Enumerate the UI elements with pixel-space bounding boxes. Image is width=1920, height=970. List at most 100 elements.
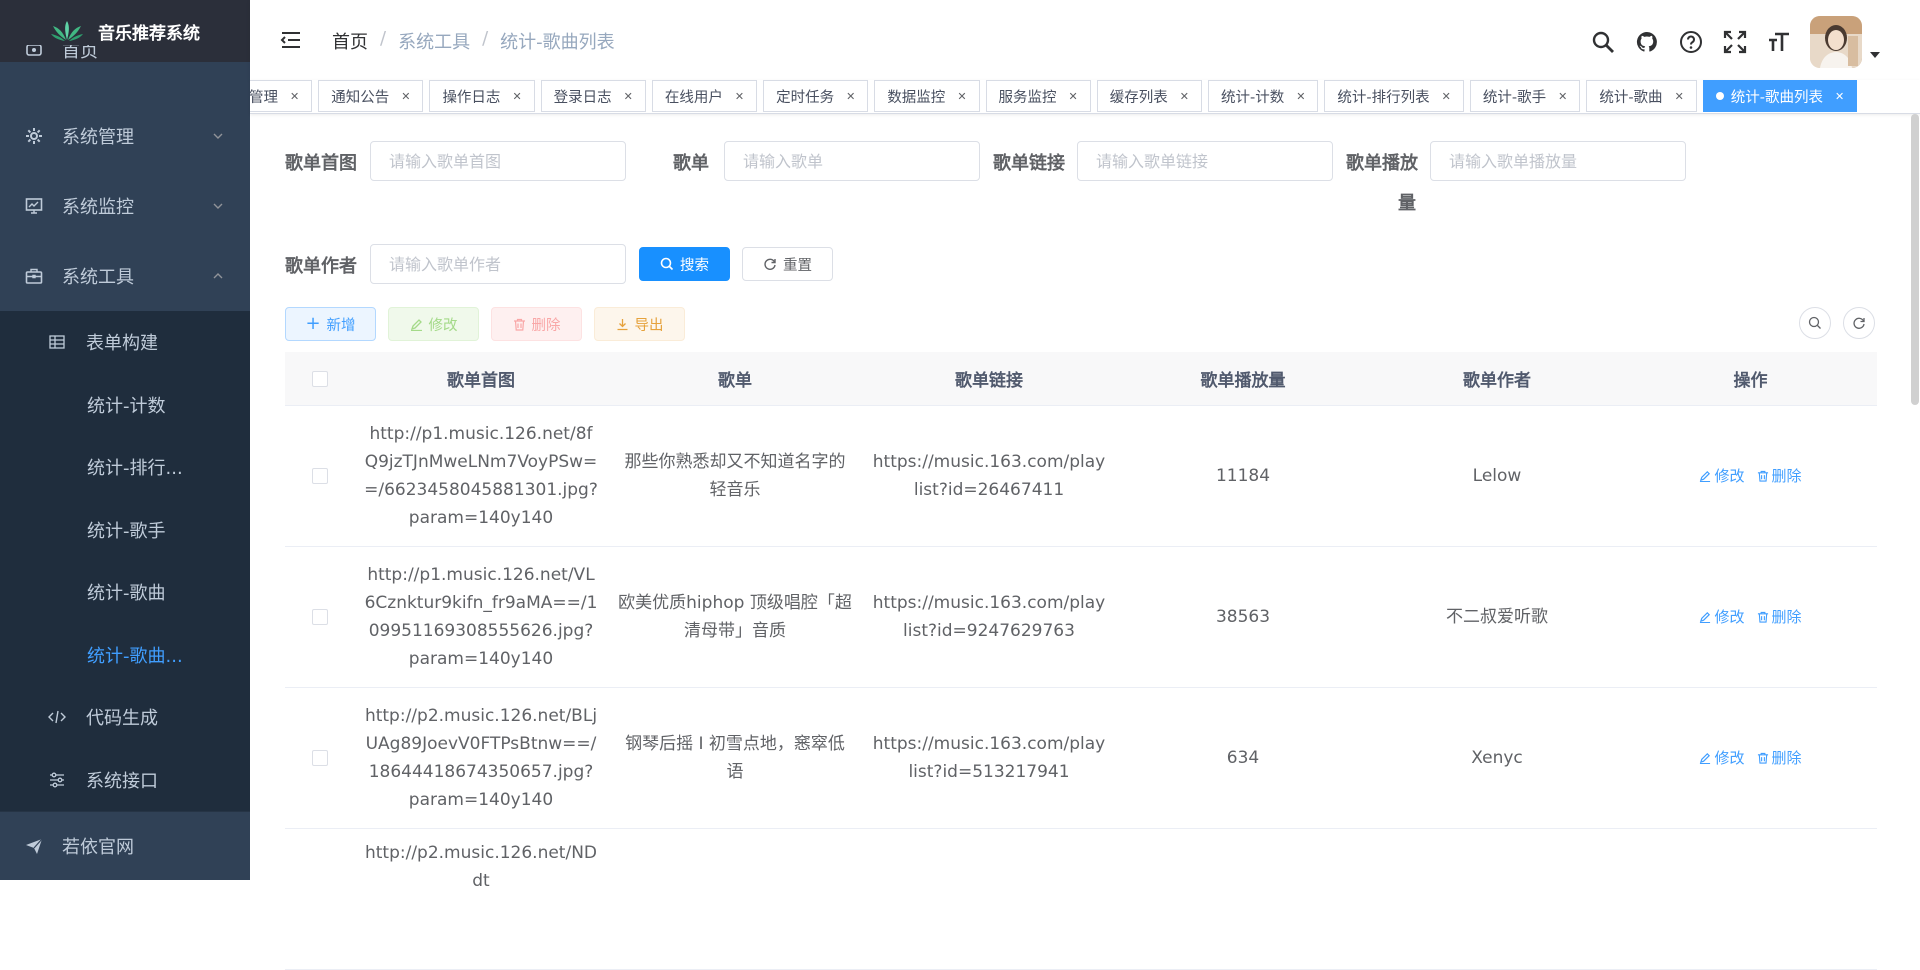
- sidebar-menu-system-monitor[interactable]: 系统监控: [0, 171, 250, 241]
- sidebar-menu-system-admin[interactable]: 系统管理: [0, 101, 250, 171]
- trash-icon: [1757, 470, 1768, 482]
- search-icon[interactable]: [1590, 29, 1616, 55]
- caret-down-icon[interactable]: [1870, 52, 1880, 58]
- link-label: 歌单链接: [993, 153, 1065, 174]
- tag-label: 通知公告: [331, 89, 390, 106]
- link-cell: https://music.163.com/playlist?id=924762…: [872, 593, 1106, 641]
- row-delete-link[interactable]: 删除: [1757, 603, 1802, 631]
- search-button[interactable]: 搜索: [639, 247, 730, 281]
- sidebar-menu-system-tools[interactable]: 系统工具: [0, 241, 250, 311]
- author-input[interactable]: [370, 244, 626, 284]
- sidebar-item-stat-count[interactable]: 统计-计数: [0, 374, 250, 437]
- row-delete-label: 删除: [1771, 467, 1802, 485]
- tag-item[interactable]: 统计-排行列表 ✕: [1324, 80, 1464, 112]
- sliders-icon: [48, 771, 66, 789]
- hamburger-icon[interactable]: [280, 29, 302, 51]
- tag-item[interactable]: 定时任务 ✕: [763, 80, 869, 112]
- tag-label: 登录日志: [553, 89, 612, 106]
- play-count-input[interactable]: [1430, 141, 1686, 181]
- tag-item[interactable]: 统计-歌曲 ✕: [1586, 80, 1697, 112]
- row-edit-link[interactable]: 修改: [1699, 603, 1745, 631]
- scrollbar[interactable]: [1910, 114, 1920, 880]
- close-icon[interactable]: ✕: [1675, 90, 1684, 103]
- refresh-table-button[interactable]: [1843, 307, 1875, 339]
- github-icon[interactable]: [1634, 29, 1660, 55]
- close-icon[interactable]: ✕: [957, 90, 966, 103]
- close-icon[interactable]: ✕: [512, 90, 521, 103]
- tag-item[interactable]: 管理 ✕: [250, 80, 313, 112]
- row-edit-link[interactable]: 修改: [1699, 744, 1745, 772]
- tag-label: 统计-排行列表: [1337, 89, 1430, 106]
- tag-item[interactable]: 操作日志 ✕: [429, 80, 535, 112]
- table-row[interactable]: http://p2.music.126.net/NDdt: [285, 829, 1877, 970]
- tag-active[interactable]: 统计-歌曲列表 ✕: [1702, 80, 1858, 112]
- search-icon: [1808, 316, 1821, 329]
- app-title: 音乐推荐系统: [98, 23, 200, 44]
- breadcrumb: 首页 / 系统工具 / 统计-歌曲列表: [332, 28, 615, 54]
- toggle-search-button[interactable]: [1799, 307, 1831, 339]
- close-icon[interactable]: ✕: [1296, 90, 1305, 103]
- close-icon[interactable]: ✕: [624, 90, 633, 103]
- close-icon[interactable]: ✕: [1442, 90, 1451, 103]
- fullscreen-icon[interactable]: [1722, 29, 1748, 55]
- export-button[interactable]: 导出: [594, 307, 685, 341]
- close-icon[interactable]: ✕: [846, 90, 855, 103]
- sidebar-item-code-gen[interactable]: 代码生成: [0, 686, 250, 749]
- row-delete-link[interactable]: 删除: [1757, 744, 1802, 772]
- cover-input[interactable]: [370, 141, 626, 181]
- close-icon[interactable]: ✕: [1835, 90, 1844, 103]
- sidebar-item-label: 统计-计数: [87, 395, 166, 417]
- row-edit-label: 修改: [1714, 749, 1745, 767]
- tag-item[interactable]: 服务监控 ✕: [985, 80, 1091, 112]
- close-icon[interactable]: ✕: [290, 90, 299, 103]
- edit-icon: [1700, 470, 1711, 482]
- play-count-cell: [1116, 829, 1370, 969]
- reset-button[interactable]: 重置: [742, 247, 833, 281]
- table-row[interactable]: http://p1.music.126.net/8fQ9jzTJnMweLNm7…: [285, 406, 1877, 547]
- scrollbar-thumb[interactable]: [1911, 114, 1919, 405]
- close-icon[interactable]: ✕: [401, 90, 410, 103]
- tag-item[interactable]: 登录日志 ✕: [540, 80, 646, 112]
- help-icon[interactable]: [1678, 29, 1704, 55]
- sidebar-item-ruoyi-site[interactable]: 若依官网: [0, 811, 250, 880]
- select-all-checkbox[interactable]: [311, 370, 328, 387]
- sidebar-item-system-api[interactable]: 系统接口: [0, 749, 250, 812]
- table-row[interactable]: http://p2.music.126.net/BLjUAg89JoevV0FT…: [285, 688, 1877, 829]
- close-icon[interactable]: ✕: [1558, 90, 1567, 103]
- edit-button[interactable]: 修改: [388, 307, 479, 341]
- row-delete-link[interactable]: 删除: [1757, 462, 1802, 490]
- tag-item[interactable]: 统计-计数 ✕: [1207, 80, 1319, 112]
- name-input[interactable]: [724, 141, 980, 181]
- row-checkbox[interactable]: [311, 750, 328, 766]
- breadcrumb-current: 统计-歌曲列表: [500, 32, 615, 53]
- font-size-icon[interactable]: [1766, 29, 1792, 55]
- sidebar-item-form-builder[interactable]: 表单构建: [0, 311, 250, 374]
- header-author: 歌单作者: [1463, 371, 1531, 391]
- delete-button-label: 删除: [531, 317, 561, 334]
- close-icon[interactable]: ✕: [1180, 90, 1189, 103]
- tag-item[interactable]: 缓存列表 ✕: [1096, 80, 1202, 112]
- link-input[interactable]: [1077, 141, 1333, 181]
- play-count-cell: 634: [1226, 748, 1260, 768]
- close-icon[interactable]: ✕: [735, 90, 744, 103]
- sidebar-item-stat-singer[interactable]: 统计-歌手: [0, 499, 250, 562]
- sidebar-item-label: 统计-歌曲...: [87, 645, 183, 667]
- row-edit-link[interactable]: 修改: [1699, 462, 1745, 490]
- delete-button[interactable]: 删除: [491, 307, 582, 341]
- breadcrumb-home[interactable]: 首页: [332, 28, 368, 54]
- tag-item[interactable]: 统计-歌手 ✕: [1469, 80, 1581, 112]
- sidebar-item-stat-song-list[interactable]: 统计-歌曲...: [0, 624, 250, 687]
- tag-label: 定时任务: [776, 89, 835, 106]
- row-checkbox[interactable]: [311, 609, 328, 625]
- avatar[interactable]: [1810, 16, 1862, 68]
- sidebar-item-stat-rank[interactable]: 统计-排行...: [0, 436, 250, 499]
- close-icon[interactable]: ✕: [1069, 90, 1078, 103]
- add-button[interactable]: + 新增: [285, 307, 376, 341]
- tag-item[interactable]: 数据监控 ✕: [874, 80, 980, 112]
- sidebar-item-stat-song[interactable]: 统计-歌曲: [0, 561, 250, 624]
- cover-cell: http://p1.music.126.net/8fQ9jzTJnMweLNm7…: [364, 424, 598, 528]
- row-checkbox[interactable]: [311, 468, 328, 484]
- tag-item[interactable]: 在线用户 ✕: [651, 80, 758, 112]
- table-row[interactable]: http://p1.music.126.net/VL6Cznktur9kifn_…: [285, 547, 1877, 688]
- tag-item[interactable]: 通知公告 ✕: [318, 80, 424, 112]
